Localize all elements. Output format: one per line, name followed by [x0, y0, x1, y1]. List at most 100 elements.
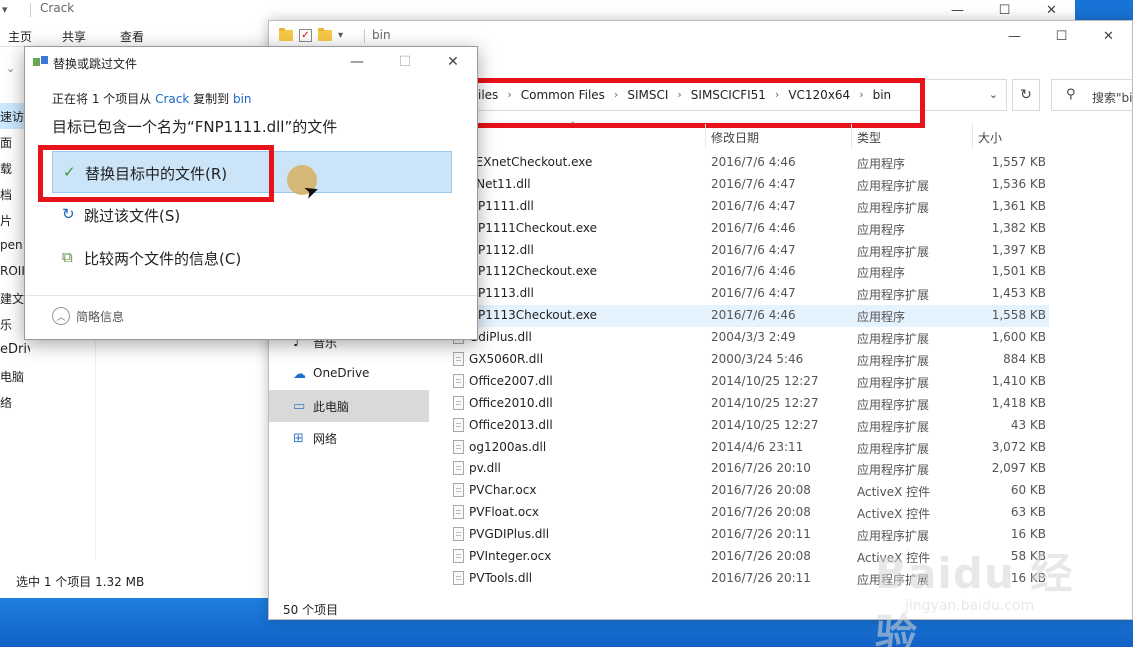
minimize-button[interactable]: — — [333, 47, 381, 77]
file-size: 1,501 KB — [991, 264, 1046, 279]
file-date: 2014/10/25 12:27 — [711, 395, 819, 410]
window-title: Crack — [40, 1, 75, 15]
table-row[interactable]: xNet11.dll 2016/7/6 4:47 应用程序扩展 1,536 KB — [449, 174, 1049, 196]
chevron-down-icon[interactable]: ⌄ — [989, 88, 998, 101]
refresh-button[interactable]: ↻ — [1012, 79, 1040, 111]
file-size: 63 KB — [1010, 505, 1046, 520]
compare-files-button[interactable]: ⧉ 比较两个文件的信息(C) — [52, 237, 452, 279]
computer-icon: ▭ — [293, 399, 306, 414]
close-button[interactable]: ✕ — [429, 47, 477, 77]
column-divider — [705, 124, 706, 148]
file-type: 应用程序扩展 — [857, 244, 930, 259]
tab-share[interactable]: 共享 — [54, 22, 94, 46]
column-header-type[interactable]: 类型 — [857, 129, 881, 146]
column-header-date[interactable]: 修改日期 — [711, 129, 759, 146]
file-size: 1,397 KB — [991, 242, 1046, 257]
table-row[interactable]: NP1111.dll 2016/7/6 4:47 应用程序扩展 1,361 KB — [449, 196, 1049, 218]
fewer-details-button[interactable]: ︿ 简略信息 — [52, 307, 124, 325]
maximize-button: ☐ — [398, 54, 412, 70]
file-date: 2014/10/25 12:27 — [711, 373, 819, 388]
file-date: 2016/7/26 20:11 — [711, 527, 811, 542]
network-icon: ⊞ — [293, 431, 304, 446]
table-row[interactable]: Office2007.dll 2014/10/25 12:27 应用程序扩展 1,41… — [449, 371, 1049, 393]
file-name: PVChar.ocx — [469, 483, 537, 498]
file-date: 2016/7/6 4:47 — [711, 242, 796, 257]
close-button[interactable]: ✕ — [1028, 0, 1075, 20]
search-placeholder: 搜索"bi — [1092, 91, 1133, 105]
file-type: 应用程序扩展 — [857, 354, 930, 369]
sidebar-nav: ♪ 音乐 ☁ OneDrive ▭ 此电脑 ⊞ 网络 — [269, 326, 429, 454]
tab-home[interactable]: 主页 — [0, 22, 40, 46]
sidebar-item-this-pc[interactable]: 电脑 — [0, 363, 30, 389]
sidebar-item-network[interactable]: ⊞ 网络 — [269, 422, 429, 454]
file-icon — [453, 549, 464, 564]
sidebar-item-network[interactable]: 络 — [0, 389, 30, 415]
watermark-url: jingyan.baidu.com — [905, 598, 1035, 614]
file-name: NP1112.dll — [469, 242, 534, 257]
file-type: ActiveX 控件 — [857, 485, 931, 500]
table-row[interactable]: GX5060R.dll 2000/3/24 5:46 应用程序扩展 884 KB — [449, 349, 1049, 371]
file-icon — [453, 505, 464, 520]
minimize-button[interactable]: — — [991, 21, 1038, 51]
maximize-button[interactable]: ☐ — [1038, 21, 1085, 51]
file-size: 1,600 KB — [991, 330, 1046, 345]
sidebar-item-label: 网络 — [313, 432, 338, 446]
table-row[interactable]: Office2010.dll 2014/10/25 12:27 应用程序扩展 1,41… — [449, 393, 1049, 415]
file-size: 60 KB — [1010, 483, 1046, 498]
file-date: 2016/7/6 4:46 — [711, 220, 796, 235]
file-date: 2016/7/26 20:08 — [711, 483, 811, 498]
sidebar-item-onedrive[interactable]: eDrive — [0, 337, 30, 363]
file-type: 应用程序扩展 — [857, 419, 930, 434]
table-row[interactable]: Office2013.dll 2014/10/25 12:27 应用程序扩展 43 K… — [449, 415, 1049, 437]
dialog-title: 替换或跳过文件 — [53, 57, 138, 71]
folder-icon — [279, 28, 293, 41]
table-row[interactable]: og1200as.dll 2014/4/6 23:11 应用程序扩展 3,072 KB — [449, 437, 1049, 459]
file-date: 2016/7/6 4:46 — [711, 308, 796, 323]
table-row[interactable]: PVChar.ocx 2016/7/26 20:08 ActiveX 控件 60 KB — [449, 480, 1049, 502]
table-row[interactable]: pv.dll 2016/7/26 20:10 应用程序扩展 2,097 KB — [449, 458, 1049, 480]
copy-text-prefix: 正在将 1 个项目从 — [52, 92, 156, 106]
close-button[interactable]: ✕ — [1085, 21, 1132, 51]
file-size: 1,361 KB — [991, 198, 1046, 213]
file-type: 应用程序扩展 — [857, 463, 930, 478]
file-icon — [453, 439, 464, 454]
destination-folder-link[interactable]: bin — [233, 92, 252, 106]
chevron-down-icon[interactable]: ▾ — [338, 30, 343, 41]
file-date: 2016/7/6 4:46 — [711, 264, 796, 279]
file-name: PVGDIPlus.dll — [469, 527, 550, 542]
file-name: Office2010.dll — [469, 395, 553, 410]
sidebar-item-this-pc[interactable]: ▭ 此电脑 — [269, 390, 429, 422]
file-date: 2016/7/26 20:08 — [711, 505, 811, 520]
sidebar-item-onedrive[interactable]: ☁ OneDrive — [269, 358, 429, 390]
copy-icon — [33, 56, 49, 68]
column-divider — [972, 124, 973, 148]
cloud-icon: ☁ — [293, 367, 306, 382]
table-row[interactable]: GdiPlus.dll 2004/3/3 2:49 应用程序扩展 1,600 KB — [449, 327, 1049, 349]
file-name: PVTools.dll — [469, 570, 533, 585]
search-box[interactable]: ⚲ 搜索"bi — [1051, 79, 1133, 111]
source-folder-link[interactable]: Crack — [155, 92, 189, 106]
file-icon — [453, 417, 464, 432]
file-date: 2014/10/25 12:27 — [711, 417, 819, 432]
table-row[interactable]: NP1113Checkout.exe 2016/7/6 4:46 应用程序 1,558… — [449, 305, 1049, 328]
table-row[interactable]: NP1112.dll 2016/7/6 4:47 应用程序扩展 1,397 KB — [449, 240, 1049, 262]
maximize-button[interactable]: ☐ — [981, 0, 1028, 20]
table-row[interactable]: NP1111Checkout.exe 2016/7/6 4:46 应用程序 1,382… — [449, 218, 1049, 240]
file-date: 2004/3/3 2:49 — [711, 330, 796, 345]
new-folder-icon[interactable] — [318, 28, 332, 41]
file-name: pv.dll — [469, 461, 501, 476]
ribbon-tabs: 主页 共享 查看 — [0, 22, 170, 46]
sort-arrow-icon: ⌃ — [569, 121, 577, 131]
column-header-size[interactable]: 大小 — [978, 129, 1002, 146]
annotation-highlight-replace — [38, 145, 274, 202]
file-date: 2014/4/6 23:11 — [711, 439, 804, 454]
quick-access-toolbar-icon[interactable]: ▾ — [2, 3, 8, 16]
minimize-button[interactable]: — — [934, 0, 981, 20]
table-row[interactable]: LEXnetCheckout.exe 2016/7/6 4:46 应用程序 1,557… — [449, 152, 1049, 174]
table-row[interactable]: NP1112Checkout.exe 2016/7/6 4:46 应用程序 1,501… — [449, 261, 1049, 283]
tab-view[interactable]: 查看 — [112, 22, 152, 46]
table-row[interactable]: NP1113.dll 2016/7/6 4:47 应用程序扩展 1,453 KB — [449, 283, 1049, 305]
properties-icon[interactable]: ✓ — [299, 29, 312, 42]
file-name: LEXnetCheckout.exe — [469, 155, 593, 169]
title-bar: ▾ Crack — ☐ ✕ — [0, 0, 1075, 20]
